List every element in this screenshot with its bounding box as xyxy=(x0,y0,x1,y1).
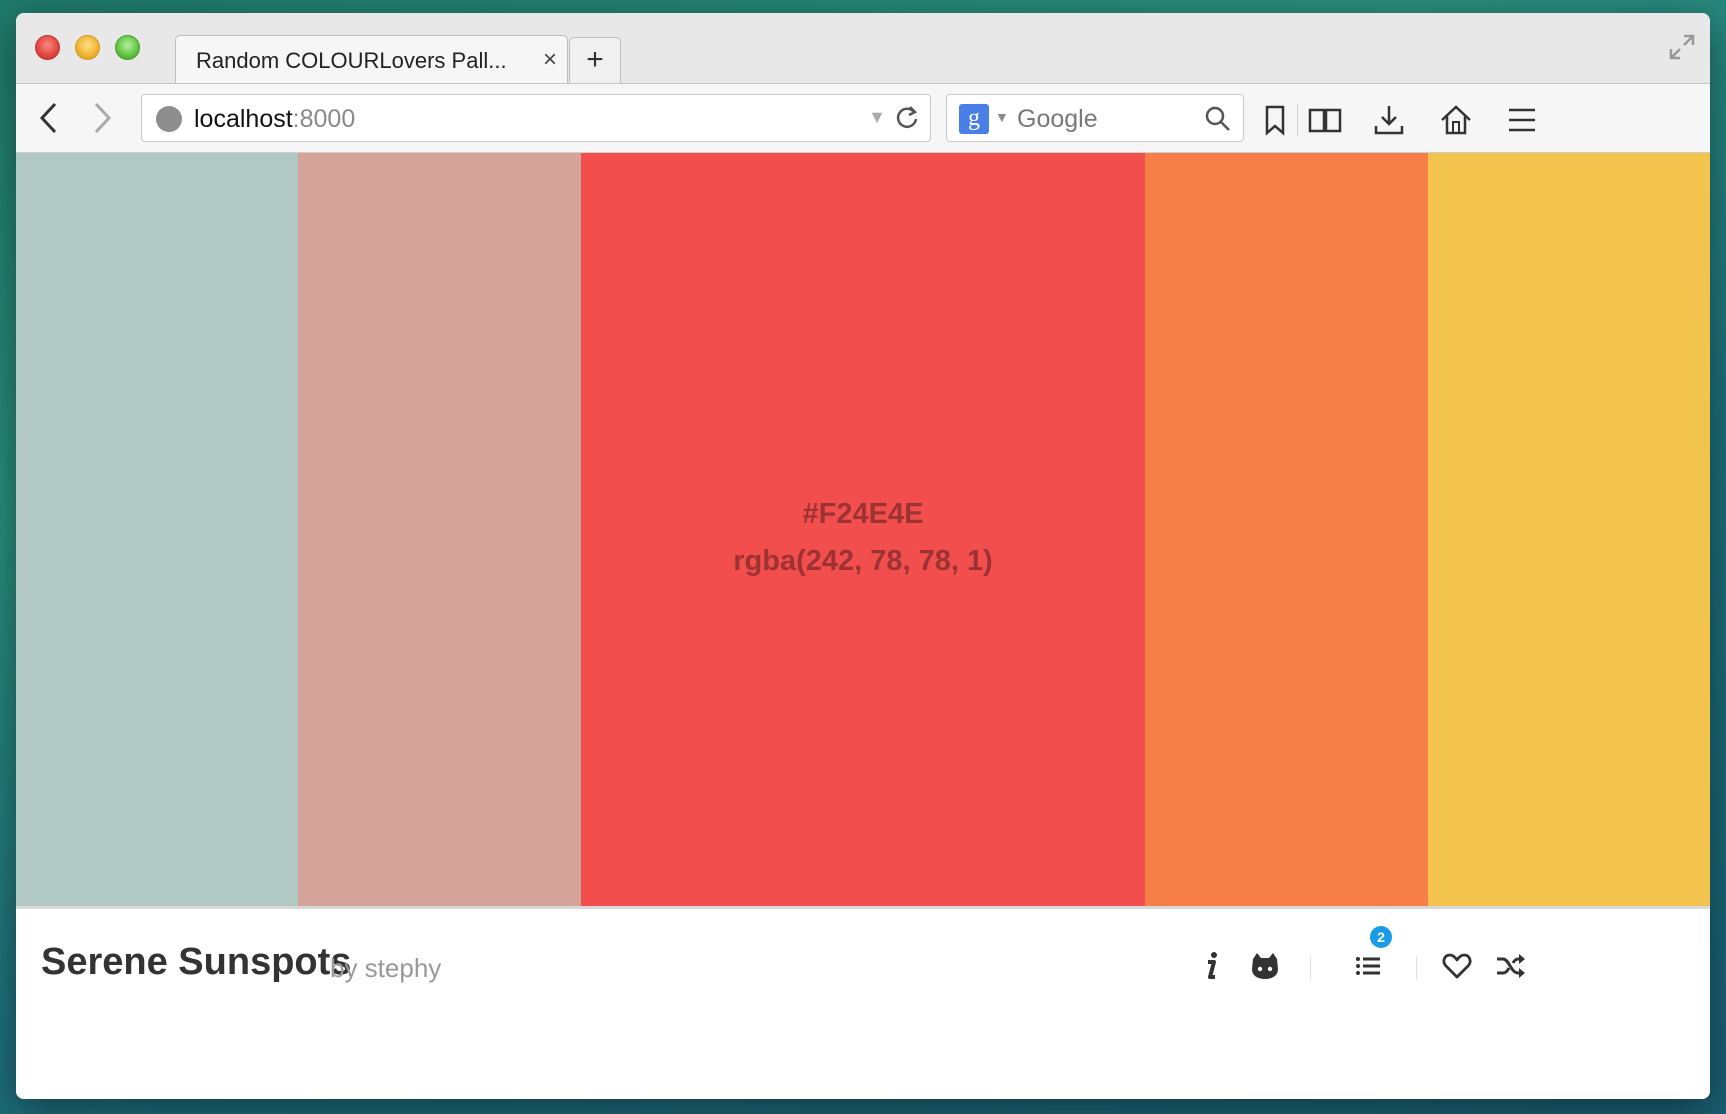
color-swatch-5[interactable] xyxy=(1427,153,1710,906)
history-dropdown-icon[interactable]: ▼ xyxy=(868,107,886,128)
color-swatch-1[interactable] xyxy=(16,153,299,906)
minimize-window-button[interactable] xyxy=(75,35,100,60)
search-placeholder: Google xyxy=(1017,105,1098,133)
color-swatch-4[interactable] xyxy=(1145,153,1428,906)
swatch-hex-label: #F24E4E xyxy=(802,498,924,530)
footer-separator xyxy=(1310,957,1311,979)
url-text: localhost:8000 xyxy=(194,105,355,134)
browser-window: Random COLOURLovers Pall... × + localhos… xyxy=(16,13,1710,1099)
reader-view-icon[interactable] xyxy=(1307,102,1343,138)
color-swatch-2[interactable] xyxy=(298,153,581,906)
back-icon[interactable] xyxy=(30,98,70,138)
new-tab-button[interactable]: + xyxy=(569,37,621,85)
list-count-badge: 2 xyxy=(1370,926,1392,948)
reload-icon[interactable] xyxy=(892,103,922,133)
page-content: #F24E4E rgba(242, 78, 78, 1) Serene Suns… xyxy=(16,153,1710,1099)
menu-icon[interactable] xyxy=(1504,102,1540,138)
fullscreen-icon[interactable] xyxy=(1668,33,1696,61)
palette-footer: Serene Sunspots by stephy 2 xyxy=(16,906,1710,1099)
swatch-rgba-label: rgba(242, 78, 78, 1) xyxy=(733,545,993,577)
download-icon[interactable] xyxy=(1371,102,1407,138)
heart-icon[interactable] xyxy=(1440,949,1474,983)
list-icon[interactable] xyxy=(1352,949,1386,983)
google-logo-icon[interactable]: g xyxy=(959,104,989,134)
palette-title: Serene Sunspots xyxy=(41,941,352,983)
close-window-button[interactable] xyxy=(35,35,60,60)
url-host: localhost xyxy=(194,105,293,133)
home-icon[interactable] xyxy=(1438,102,1474,138)
shuffle-icon[interactable] xyxy=(1494,949,1528,983)
github-icon[interactable] xyxy=(1248,949,1282,983)
search-engine-caret-icon[interactable]: ▼ xyxy=(995,109,1009,125)
url-port: :8000 xyxy=(292,105,356,133)
url-bar[interactable]: localhost:8000 ▼ xyxy=(141,94,931,142)
browser-tab[interactable]: Random COLOURLovers Pall... × xyxy=(175,35,568,85)
bookmark-icon[interactable] xyxy=(1257,102,1293,138)
info-icon[interactable] xyxy=(1194,949,1228,983)
zoom-window-button[interactable] xyxy=(115,35,140,60)
search-icon[interactable] xyxy=(1203,104,1233,134)
palette-author[interactable]: by stephy xyxy=(330,953,441,984)
nav-bar: localhost:8000 ▼ g ▼ Google xyxy=(16,83,1710,153)
search-bar[interactable]: g ▼ Google xyxy=(946,94,1244,142)
footer-separator xyxy=(1416,957,1417,979)
globe-icon xyxy=(156,106,182,132)
palette-swatches: #F24E4E rgba(242, 78, 78, 1) xyxy=(16,153,1710,906)
title-bar: Random COLOURLovers Pall... × + xyxy=(16,13,1710,85)
swatch-color-info: #F24E4E rgba(242, 78, 78, 1) xyxy=(581,491,1146,585)
toolbar-separator xyxy=(1297,104,1298,136)
color-swatch-3[interactable]: #F24E4E rgba(242, 78, 78, 1) xyxy=(580,153,1146,906)
forward-icon[interactable] xyxy=(82,98,122,138)
tab-title: Random COLOURLovers Pall... xyxy=(196,47,507,73)
tab-close-icon[interactable]: × xyxy=(543,46,557,74)
